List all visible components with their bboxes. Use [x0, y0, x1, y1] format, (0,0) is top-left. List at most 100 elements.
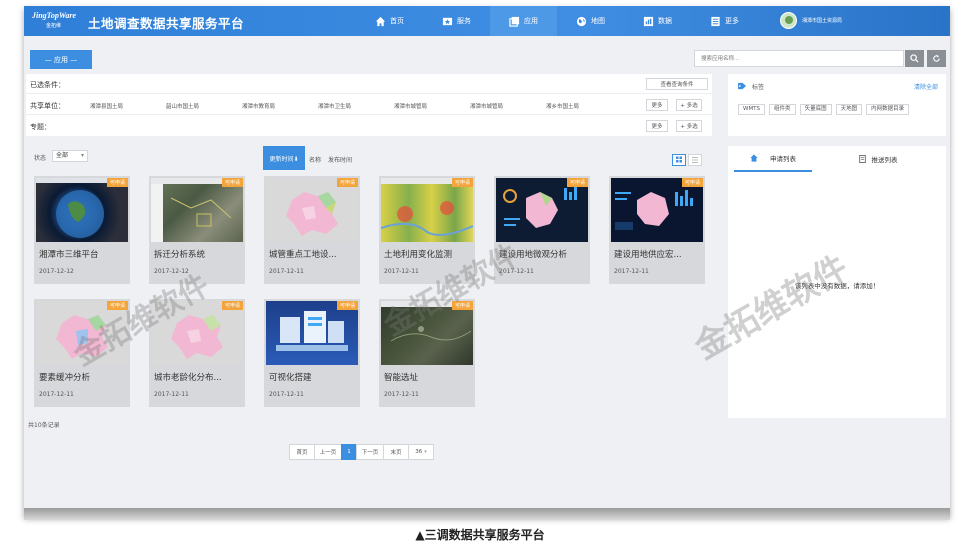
app-card-title: 要素缓冲分析 [39, 373, 91, 383]
app-thumbnail: 可申请 [496, 178, 588, 242]
available-badge: 可申请 [106, 178, 128, 187]
home-icon [750, 154, 758, 162]
tag-chip[interactable]: 矢量底图 [799, 104, 832, 115]
available-badge: 可申请 [451, 178, 473, 187]
figure-caption: ▲三调数据共享服务平台 [415, 528, 545, 542]
org-option[interactable]: 湘潭市教育局 [242, 102, 318, 110]
app-card[interactable]: 可申请 城管重点工地设... 2017-12-11 [264, 176, 360, 284]
app-card-date: 2017-12-11 [384, 391, 419, 398]
sort-name-button[interactable]: 名称 [309, 155, 321, 164]
avatar [780, 12, 797, 29]
nav-map[interactable]: 地图 [557, 6, 624, 36]
search-input[interactable] [694, 50, 904, 67]
app-thumbnail: 可申请 [381, 301, 473, 365]
satellite-thumbnail-image [151, 178, 243, 242]
app-card-date: 2017-12-11 [269, 268, 304, 275]
apps-icon [509, 16, 520, 27]
tag-chip[interactable]: WMTS [738, 104, 766, 115]
app-card[interactable]: 可申请 要素缓冲分析 2017-12-11 [34, 299, 130, 407]
page-size-select[interactable]: 36 ▾ [408, 444, 434, 460]
record-count: 共10条记录 [28, 422, 60, 429]
filter-row-selected: 已选条件： 查看查询条件 [26, 74, 712, 94]
pagination: 首页 上一页 1 下一页 末页 36 ▾ [289, 444, 434, 460]
nav-data[interactable]: 数据 [624, 6, 691, 36]
org-list: 湘潭县国土局 韶山市国土局 湘潭市教育局 湘潭市卫生局 湘潭市城管局 湘潭市城管… [90, 102, 622, 110]
app-card[interactable]: 可申请 建设用地微观分析 2017-12-11 [494, 176, 590, 284]
topic-more-button[interactable]: 更多 [646, 120, 668, 132]
empty-list-message: 该列表中没有数据，请添加！ [794, 282, 880, 290]
page-current[interactable]: 1 [341, 444, 357, 460]
sort-publish-time-button[interactable]: 发布时间 [328, 155, 352, 164]
topic-multi-select-button[interactable]: + 多选 [676, 120, 702, 132]
landuse-thumbnail-image [381, 178, 473, 236]
chevron-down-icon: ▾ [424, 449, 427, 455]
refresh-button[interactable] [927, 50, 946, 67]
app-card-title: 城市老龄化分布... [154, 373, 222, 383]
app-thumbnail: 可申请 [36, 301, 128, 365]
tab-apply-list-label: 申请列表 [770, 155, 796, 163]
app-thumbnail: 可申请 [151, 178, 243, 242]
logo-text-cn: 金拓维 [46, 23, 62, 29]
tab-apply-list[interactable]: 申请列表 [734, 146, 812, 172]
refresh-icon [933, 54, 940, 62]
nav-home[interactable]: 首页 [356, 6, 423, 36]
filter-row-topic: 专题： 更多 + 多选 [26, 116, 712, 136]
page-first-button[interactable]: 首页 [289, 444, 315, 460]
app-card[interactable]: 可申请 湘潭市三维平台 2017-12-12 [34, 176, 130, 284]
dashboard-thumbnail-image [503, 186, 577, 228]
filter-panel: 已选条件： 查看查询条件 共享单位： 湘潭县国土局 韶山市国土局 湘潭市教育局 … [26, 74, 712, 136]
list-view-button[interactable] [688, 154, 702, 166]
page-next-button[interactable]: 下一页 [356, 444, 384, 460]
app-card[interactable]: 可申请 土地利用变化监测 2017-12-11 [379, 176, 475, 284]
nav-more[interactable]: 更多 [691, 6, 758, 36]
tag-chip[interactable]: 内网数据目录 [866, 104, 910, 115]
app-card-title: 湘潭市三维平台 [39, 250, 99, 260]
status-select[interactable]: 全部 ▾ [52, 150, 88, 162]
apply-list-panel: 申请列表 推送列表 该列表中没有数据，请添加！ [728, 146, 946, 418]
list-icon [692, 157, 698, 163]
org-option[interactable]: 湘潭县国土局 [90, 102, 166, 110]
tab-recommend-list[interactable]: 推送列表 [838, 146, 918, 172]
app-card[interactable]: 可申请 拆迁分析系统 2017-12-12 [149, 176, 245, 284]
app-card[interactable]: 可申请 建设用地供应宏... 2017-12-11 [609, 176, 705, 284]
app-thumbnail: 可申请 [266, 301, 358, 365]
org-option[interactable]: 湘潭市卫生局 [318, 102, 394, 110]
org-option[interactable]: 韶山市国土局 [166, 102, 242, 110]
org-more-button[interactable]: 更多 [646, 99, 668, 111]
org-option[interactable]: 湘潭市城管局 [470, 102, 546, 110]
org-option[interactable]: 湘潭市城管局 [394, 102, 470, 110]
page-size-value: 36 [415, 449, 423, 455]
app-card-date: 2017-12-11 [154, 391, 189, 398]
filter-row-org: 共享单位： 湘潭县国土局 韶山市国土局 湘潭市教育局 湘潭市卫生局 湘潭市城管局… [26, 95, 712, 115]
satellite-thumbnail-image [381, 301, 473, 342]
grid-view-button[interactable] [672, 154, 686, 166]
sort-update-time-button[interactable]: 更新时间⬇ [263, 146, 305, 170]
available-badge: 可申请 [336, 178, 358, 187]
topic-label: 专题： [30, 123, 51, 131]
page-last-button[interactable]: 末页 [383, 444, 409, 460]
section-tab-apps[interactable]: — 应用 — [30, 50, 92, 69]
page-prev-button[interactable]: 上一页 [314, 444, 342, 460]
tag-chip[interactable]: 天地图 [835, 104, 863, 115]
app-card[interactable]: 可申请 智能选址 2017-12-11 [379, 299, 475, 407]
nav-service[interactable]: 服务 [423, 6, 490, 36]
nav-apps[interactable]: 应用 [490, 6, 557, 36]
org-option[interactable]: 湘乡市国土局 [546, 102, 622, 110]
app-card[interactable]: 可申请 可视化搭建 2017-12-11 [264, 299, 360, 407]
app-card-title: 拆迁分析系统 [154, 250, 206, 260]
main-nav: 首页 服务 应用 地图 数据 更多 [356, 6, 758, 36]
search-button[interactable] [905, 50, 924, 67]
brand-logo[interactable]: JingTopWare 金拓维 [32, 11, 78, 31]
user-name: 湘潭市国土资源局 [802, 18, 843, 24]
org-multi-select-button[interactable]: + 多选 [676, 99, 702, 111]
clear-all-link[interactable]: 清除全部 [914, 82, 938, 91]
nav-service-label: 服务 [457, 17, 471, 25]
service-icon [442, 17, 453, 25]
view-query-button[interactable]: 查看查询条件 [646, 78, 708, 90]
nav-more-label: 更多 [725, 17, 739, 25]
app-card-title: 可视化搭建 [269, 373, 312, 383]
app-card-title: 城管重点工地设... [269, 250, 337, 260]
user-menu[interactable]: 湘潭市国土资源局 [780, 12, 842, 29]
tag-chip[interactable]: 组件类 [769, 104, 796, 115]
app-card[interactable]: 可申请 城市老龄化分布... 2017-12-11 [149, 299, 245, 407]
